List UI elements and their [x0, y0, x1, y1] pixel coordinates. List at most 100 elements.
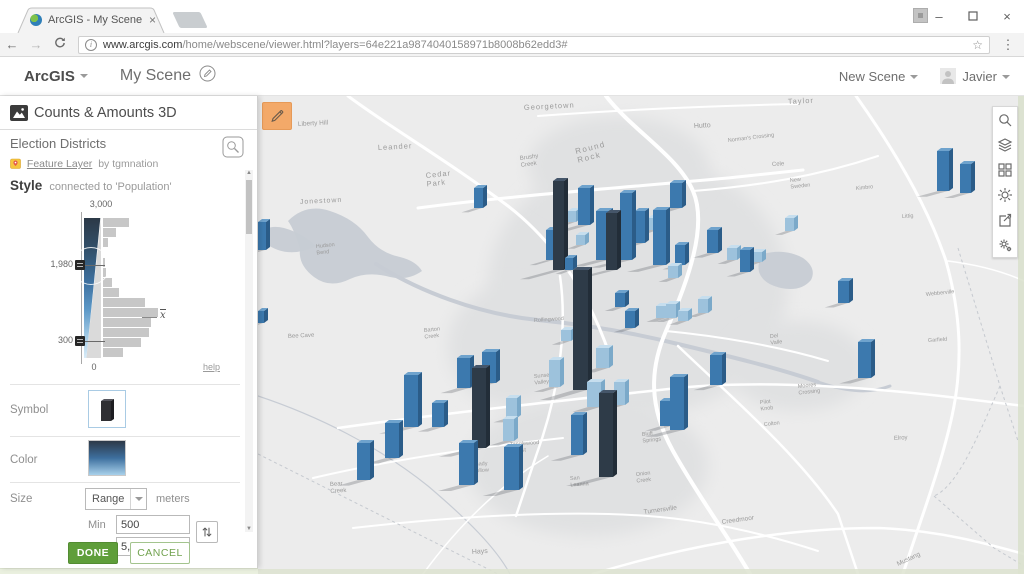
extruded-bar[interactable] [549, 357, 564, 387]
extruded-bar[interactable] [385, 420, 403, 458]
scene-view[interactable]: Liberty HillGeorgetownLeanderBrushyCreek… [258, 96, 1024, 574]
divider [10, 436, 240, 437]
extruded-bar[interactable] [615, 290, 629, 307]
class-breaks-slider: 3,000 1,980 300 x 0 help [0, 196, 244, 384]
extruded-bar[interactable] [576, 232, 589, 245]
size-mode-select[interactable]: Range [85, 488, 147, 510]
search-tool-icon[interactable] [993, 107, 1017, 132]
extruded-bar[interactable] [599, 390, 617, 477]
extruded-bar[interactable] [504, 444, 523, 490]
scroll-down-icon[interactable]: ▼ [245, 526, 253, 532]
upper-handle-value: 1,980 [40, 259, 73, 269]
layers-tool-icon[interactable] [993, 132, 1017, 157]
address-bar[interactable]: i www.arcgis.com /home/webscene/viewer.h… [78, 36, 990, 54]
min-label: Min [88, 519, 106, 531]
extruded-bar[interactable] [752, 249, 766, 262]
window-minimize-button[interactable]: – [922, 9, 956, 24]
browser-menu-icon[interactable]: ⋮ [998, 37, 1018, 53]
tab-close-icon[interactable]: × [149, 13, 156, 27]
back-icon[interactable]: ← [0, 37, 24, 52]
extruded-bar[interactable] [710, 352, 726, 385]
extruded-bar[interactable] [459, 440, 478, 485]
scroll-up-icon[interactable]: ▲ [245, 170, 253, 176]
extruded-bar[interactable] [258, 308, 268, 323]
forward-icon[interactable]: → [24, 37, 48, 52]
upper-slider-handle[interactable] [75, 260, 85, 270]
settings-tool-icon[interactable] [993, 232, 1017, 257]
color-ramp-swatch[interactable] [88, 440, 126, 476]
edit-style-button[interactable] [262, 102, 292, 130]
layer-meta-row: Feature Layer by tgmnation [10, 158, 158, 170]
browser-tab[interactable]: ArcGIS - My Scene × [16, 7, 166, 33]
scrollbar-thumb[interactable] [246, 180, 252, 234]
divider [10, 384, 240, 385]
extruded-bar[interactable] [503, 416, 518, 441]
extruded-bar[interactable] [670, 374, 688, 430]
cancel-button[interactable]: CANCEL [130, 542, 190, 564]
extruded-bar[interactable] [596, 345, 613, 368]
new-scene-menu[interactable]: New Scene [839, 69, 918, 84]
extruded-bar[interactable] [472, 365, 490, 448]
feature-layer-link[interactable]: Feature Layer [27, 158, 92, 170]
window-close-button[interactable]: × [990, 9, 1024, 24]
extruded-bar[interactable] [573, 267, 592, 390]
extruded-bar[interactable] [635, 208, 649, 243]
daylight-tool-icon[interactable] [993, 182, 1017, 207]
extruded-bar[interactable] [578, 185, 594, 225]
extruded-bar[interactable] [561, 327, 575, 341]
extruded-bar[interactable] [670, 180, 686, 208]
extruded-bar[interactable] [668, 263, 682, 278]
extruded-bar[interactable] [960, 161, 975, 193]
extruded-bar[interactable] [474, 185, 487, 208]
basemap-canvas[interactable]: Liberty HillGeorgetownLeanderBrushyCreek… [258, 96, 1024, 574]
map-ground-sliver [0, 568, 258, 574]
extruded-bar[interactable] [678, 308, 692, 321]
layer-name: Election Districts [10, 136, 106, 151]
extruded-bar[interactable] [740, 247, 754, 272]
basemap-tool-icon[interactable] [993, 157, 1017, 182]
extruded-bar[interactable] [506, 395, 521, 418]
edit-title-icon[interactable] [199, 65, 216, 87]
extruded-bar[interactable] [606, 210, 621, 270]
extruded-bar[interactable] [727, 245, 741, 260]
arcgis-brand[interactable]: ArcGIS [24, 68, 75, 85]
map-label: Garfield [928, 337, 948, 344]
brand-chevron-icon[interactable] [80, 74, 88, 78]
extruded-bar[interactable] [620, 190, 636, 260]
reload-glyph [54, 37, 66, 49]
extruded-bar[interactable] [457, 355, 474, 388]
extruded-bar[interactable] [675, 242, 689, 265]
extruded-bar[interactable] [357, 440, 374, 480]
extruded-bar[interactable] [666, 301, 680, 318]
panel-scrollbar[interactable]: ▲ ▼ [245, 170, 253, 532]
bookmark-star-icon[interactable]: ☆ [972, 38, 983, 52]
window-maximize-button[interactable] [956, 9, 990, 24]
extruded-bar[interactable] [838, 278, 853, 303]
help-link[interactable]: help [203, 362, 220, 372]
reload-icon[interactable] [48, 37, 72, 52]
extruded-bar[interactable] [258, 219, 270, 250]
extruded-bar[interactable] [937, 148, 953, 191]
min-size-input[interactable] [116, 515, 190, 534]
extruded-bar[interactable] [785, 215, 798, 231]
extruded-bar[interactable] [653, 207, 670, 265]
done-button[interactable]: DONE [68, 542, 118, 564]
symbol-swatch[interactable] [88, 390, 126, 428]
extruded-bar[interactable] [571, 412, 587, 455]
extruded-bar[interactable] [565, 255, 577, 270]
extruded-bar[interactable] [625, 308, 639, 328]
lower-slider-handle[interactable] [75, 336, 85, 346]
browser-window: ArcGIS - My Scene × – × ← → i www.arcgis… [0, 0, 1024, 574]
extruded-bar[interactable] [432, 400, 448, 427]
user-menu[interactable]: Javier [962, 69, 1010, 84]
extruded-bar[interactable] [707, 227, 722, 253]
extruded-bar[interactable] [698, 296, 712, 313]
layer-search-icon[interactable] [222, 136, 244, 158]
new-tab-button[interactable] [172, 12, 207, 28]
extruded-bar[interactable] [553, 178, 568, 270]
swap-min-max-button[interactable]: ⇄ [196, 521, 218, 543]
page-info-icon[interactable]: i [85, 39, 97, 51]
share-tool-icon[interactable] [993, 207, 1017, 232]
extruded-bar[interactable] [858, 339, 875, 378]
extruded-bar[interactable] [404, 372, 422, 427]
